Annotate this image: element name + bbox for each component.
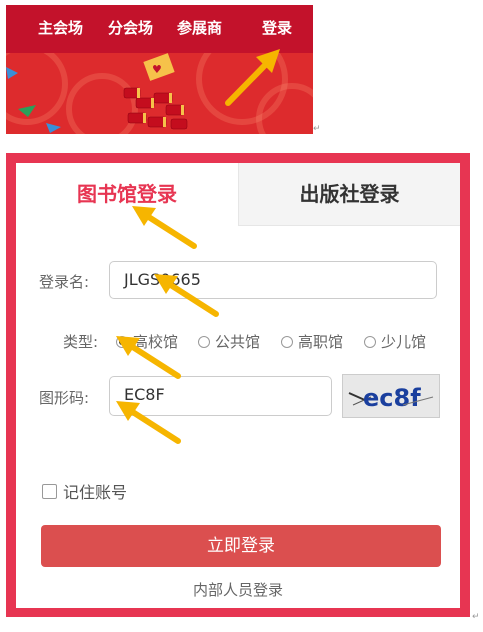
nav-sub-venue[interactable]: 分会场	[108, 17, 153, 38]
captcha-image[interactable]: ec8f	[342, 374, 440, 418]
login-panel: 图书馆登录 出版社登录 登录名: JLGS0665 类型: 高校馆 公共馆 高职…	[6, 153, 470, 617]
internal-staff-login-link[interactable]: 内部人员登录	[16, 579, 460, 600]
tab-publisher-login[interactable]: 出版社登录	[238, 163, 460, 226]
arrow-pointer-icon	[116, 336, 181, 379]
radio-children[interactable]: 少儿馆	[364, 331, 426, 352]
nav-exhibitors[interactable]: 参展商	[177, 17, 222, 38]
login-tabs: 图书馆登录 出版社登录	[16, 163, 460, 226]
svg-text:♥: ♥	[152, 63, 162, 76]
arrow-pointer-icon	[116, 401, 181, 444]
tab-library-login[interactable]: 图书馆登录	[16, 163, 238, 226]
type-label: 类型:	[63, 333, 99, 351]
remember-account-checkbox[interactable]: 记住账号	[42, 479, 127, 503]
captcha-label: 图形码:	[39, 389, 90, 407]
radio-icon	[198, 336, 210, 348]
radio-public[interactable]: 公共馆	[198, 331, 260, 352]
nav-login[interactable]: 登录	[262, 17, 292, 38]
top-nav: 主会场 分会场 参展商 登录	[6, 5, 313, 53]
radio-vocational[interactable]: 高职馆	[281, 331, 343, 352]
arrow-pointer-icon	[154, 274, 219, 317]
radio-icon	[364, 336, 376, 348]
username-label: 登录名:	[39, 273, 90, 291]
site-banner: 主会场 分会场 参展商 登录 ♥	[6, 5, 313, 134]
arrow-pointer-icon	[132, 206, 197, 249]
checkbox-icon	[42, 484, 57, 499]
login-form: 图书馆登录 出版社登录 登录名: JLGS0665 类型: 高校馆 公共馆 高职…	[16, 163, 460, 608]
arrow-pointer-icon	[225, 49, 280, 106]
login-button[interactable]: 立即登录	[41, 525, 441, 567]
nav-main-venue[interactable]: 主会场	[38, 17, 83, 38]
radio-icon	[281, 336, 293, 348]
captcha-text: ec8f	[363, 384, 421, 412]
